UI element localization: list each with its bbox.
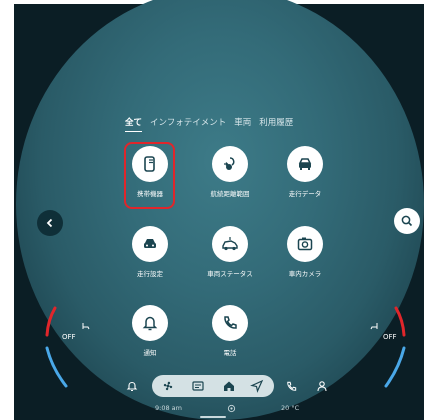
car-front-icon <box>298 158 312 170</box>
app-label: 携帯機器 <box>137 190 163 198</box>
handset-icon <box>224 316 237 329</box>
app-vehicle-status[interactable]: 車両ステータス <box>190 226 270 278</box>
vehicle-status-button[interactable] <box>212 226 248 262</box>
app-in-car-camera[interactable]: 車内カメラ <box>265 226 345 278</box>
app-portable-device[interactable]: 携帯機器 <box>110 146 190 198</box>
car-status-icon <box>222 237 238 251</box>
bell-icon <box>142 316 158 331</box>
home-icon <box>224 381 234 391</box>
right-cold-arc <box>384 346 406 388</box>
app-driving-settings[interactable]: 走行設定 <box>110 226 190 278</box>
bell-icon <box>126 381 138 391</box>
left-climate-label[interactable]: OFF <box>62 333 76 341</box>
app-label: 電話 <box>223 349 237 357</box>
home-indicator <box>200 416 226 418</box>
camera-icon <box>297 237 313 251</box>
driving-settings-button[interactable] <box>132 226 168 262</box>
right-hot-arc <box>394 306 406 337</box>
ev-range-icon <box>224 157 235 170</box>
outside-temperature: 20 °C <box>281 404 300 412</box>
dock-fan[interactable] <box>160 378 176 394</box>
app-phone[interactable]: 電話 <box>190 305 270 357</box>
app-driving-data[interactable]: 走行データ <box>265 146 345 198</box>
portable-device-button[interactable] <box>132 146 168 182</box>
navigation-arrow-icon <box>250 379 264 393</box>
dock-home[interactable] <box>221 378 237 394</box>
cruising-range-button[interactable] <box>212 146 248 182</box>
handset-icon <box>286 381 296 391</box>
fan-icon <box>163 381 173 391</box>
tab-history[interactable]: 利用履歴 <box>259 116 293 132</box>
back-button[interactable] <box>37 210 63 236</box>
app-label: 車両ステータス <box>207 270 253 278</box>
app-label: 走行設定 <box>137 270 163 278</box>
tab-all[interactable]: 全て <box>125 116 143 132</box>
user-icon <box>317 381 327 392</box>
chevron-left-icon <box>46 218 53 228</box>
search-button[interactable] <box>394 208 420 234</box>
signal-icon <box>227 404 236 413</box>
dock-phone[interactable] <box>283 378 299 394</box>
in-car-camera-button[interactable] <box>287 226 323 262</box>
seat-heater-icon <box>82 323 90 330</box>
dock-bell[interactable] <box>124 378 140 394</box>
phone-icon <box>144 156 155 172</box>
car-settings-icon <box>144 239 156 248</box>
dock-media[interactable] <box>190 378 206 394</box>
climate-arcs <box>45 306 406 388</box>
right-climate-label[interactable]: OFF <box>383 333 397 341</box>
seat-heater-icon <box>370 323 378 330</box>
app-label: 航続距離範囲 <box>210 190 250 198</box>
search-icon <box>401 215 413 227</box>
app-notifications[interactable]: 通知 <box>110 305 190 357</box>
app-cruising-range[interactable]: 航続距離範囲 <box>190 146 270 198</box>
clock: 9:08 am <box>155 404 182 412</box>
notifications-button[interactable] <box>132 305 168 341</box>
left-cold-arc <box>45 346 68 388</box>
app-label: 車内カメラ <box>288 270 322 278</box>
category-tabs: 全て インフォテイメント 車両 利用履歴 <box>125 116 301 132</box>
app-label: 通知 <box>143 349 157 357</box>
media-icon <box>192 381 204 391</box>
app-label: 走行データ <box>288 190 322 198</box>
screen: 全て インフォテイメント 車両 利用履歴 携帯機器 航続距離範囲 走行データ 走… <box>0 0 425 420</box>
tab-infotainment[interactable]: インフォテイメント <box>150 116 226 132</box>
driving-data-button[interactable] <box>287 146 323 182</box>
dock-navigation[interactable] <box>249 378 265 394</box>
phone-button[interactable] <box>212 305 248 341</box>
tab-vehicle[interactable]: 車両 <box>234 116 251 132</box>
left-hot-arc <box>45 306 57 337</box>
dock-profile[interactable] <box>314 378 330 394</box>
